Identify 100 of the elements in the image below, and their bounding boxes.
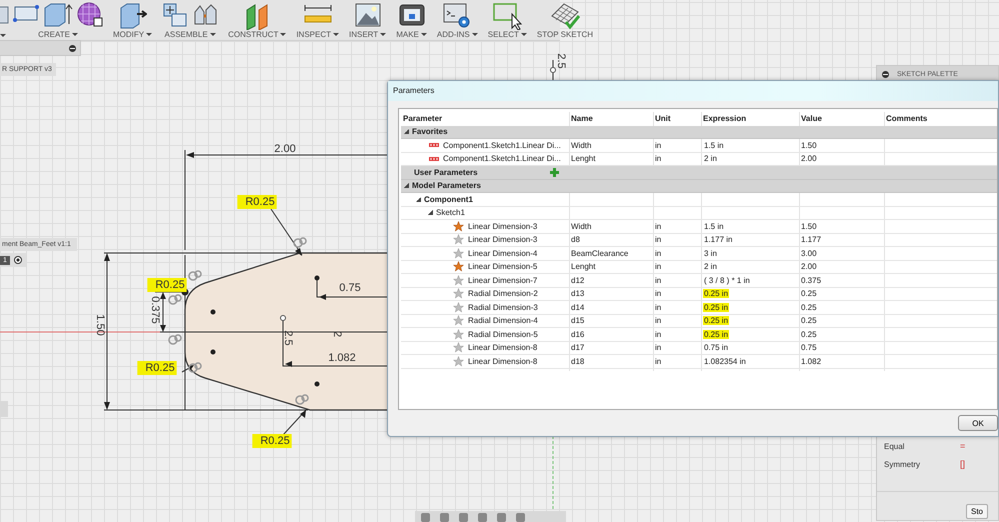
expression-value[interactable]: 0.25 in — [703, 330, 730, 339]
expression-value[interactable]: 3 in — [703, 248, 718, 258]
expression-value[interactable]: 1.082354 in — [703, 356, 747, 366]
column-header[interactable]: Parameter — [403, 114, 442, 124]
unit-text: in — [655, 316, 662, 326]
tree-label[interactable]: Sketch1 — [436, 208, 465, 218]
expression-value[interactable]: 0.25 in — [703, 302, 730, 312]
menu-button[interactable]: STOP SKETCH — [536, 30, 594, 39]
dimension-label[interactable]: 2.00 — [274, 143, 296, 155]
parameter-label: Component1.Sketch1.Linear Di... — [443, 154, 561, 164]
value-text: 0.25 — [801, 289, 817, 298]
expression-value[interactable]: 1.177 in — [703, 235, 734, 244]
menu-button[interactable]: CONSTRUCT — [228, 30, 286, 39]
star-icon[interactable] — [453, 288, 464, 300]
section-label[interactable]: User Parameters — [414, 168, 478, 177]
parameter-name[interactable]: d8 — [571, 235, 580, 244]
ok-button[interactable]: OK — [958, 415, 998, 431]
parameter-name[interactable]: Width — [571, 222, 592, 231]
menu-button[interactable]: ADD-INS — [436, 30, 478, 39]
expand-icon[interactable] — [416, 196, 421, 202]
tangent-constraint-icon — [188, 270, 202, 281]
parameter-label: Radial Dimension-2 — [468, 289, 538, 298]
menu-button[interactable]: INSERT — [349, 30, 386, 39]
star-icon[interactable] — [453, 234, 464, 246]
menu-button[interactable]: MAKE — [396, 30, 427, 39]
radio-icon[interactable] — [14, 256, 22, 264]
column-header[interactable]: Value — [801, 114, 822, 124]
dimension-label[interactable]: R0.25 — [252, 434, 292, 448]
dimension-label[interactable]: 1.082 — [328, 352, 356, 364]
parameter-name[interactable]: d17 — [571, 343, 584, 352]
parameter-label: Linear Dimension-8 — [468, 356, 538, 366]
column-header[interactable]: Name — [571, 114, 593, 124]
column-header[interactable]: Unit — [655, 114, 671, 124]
menu-button[interactable] — [0, 34, 6, 37]
column-header[interactable]: Expression — [703, 114, 746, 124]
window-gear-icon[interactable] — [442, 2, 472, 30]
dimension-label[interactable]: 2.5 — [555, 53, 567, 69]
parameter-name[interactable]: d15 — [571, 316, 584, 326]
parameter-name[interactable]: d12 — [571, 276, 584, 285]
expand-icon[interactable] — [404, 129, 409, 134]
star-icon[interactable] — [453, 274, 464, 286]
dimension-label[interactable]: 0.375 — [149, 296, 161, 324]
parameter-name[interactable]: d14 — [571, 302, 584, 312]
box-arrow-icon[interactable] — [118, 2, 147, 30]
expression-value[interactable]: 2 in — [703, 154, 718, 164]
expression-value[interactable]: 0.25 in — [703, 289, 730, 298]
parameter-name[interactable]: BeamClearance — [571, 248, 628, 258]
value-text: 0.75 — [801, 343, 817, 352]
constraint-button[interactable]: [] — [960, 459, 966, 469]
collapse-icon[interactable] — [69, 44, 76, 52]
star-icon[interactable] — [453, 248, 464, 259]
collapse-icon[interactable] — [882, 70, 889, 78]
star-icon[interactable] — [453, 328, 464, 340]
unit-text: in — [655, 262, 662, 272]
dimension-label[interactable]: 0.75 — [339, 282, 361, 294]
dimension-label[interactable]: R0.25 — [147, 278, 187, 292]
constraint-button[interactable]: = — [960, 441, 966, 451]
section-label[interactable]: Model Parameters — [412, 181, 481, 190]
sketch-point — [210, 310, 216, 314]
menu-button[interactable]: ASSEMBLE — [164, 30, 216, 39]
parameter-name[interactable]: Lenght — [571, 262, 596, 272]
expression-value[interactable]: ( 3 / 8 ) * 1 in — [703, 276, 751, 285]
menu-button[interactable]: CREATE — [38, 30, 78, 39]
value-text: 3.00 — [801, 248, 817, 258]
expression-value[interactable]: 0.25 in — [703, 316, 730, 326]
menu-button[interactable]: SELECT — [488, 30, 527, 39]
expression-value[interactable]: 1.5 in — [703, 222, 725, 231]
star-icon[interactable] — [453, 261, 464, 272]
menu-button[interactable]: MODIFY — [113, 30, 152, 39]
menu-button[interactable]: INSPECT — [296, 30, 339, 39]
add-icon[interactable] — [550, 168, 559, 177]
sketch-point — [210, 350, 216, 354]
selection-rectangle-icon[interactable] — [492, 2, 522, 30]
parameter-name[interactable]: d18 — [571, 356, 584, 366]
stop-button[interactable]: Sto — [966, 504, 988, 519]
expand-icon[interactable] — [428, 210, 433, 216]
expression-value[interactable]: 0.75 in — [703, 343, 730, 352]
parameter-name[interactable]: d16 — [571, 330, 584, 339]
star-icon[interactable] — [453, 220, 464, 232]
dimension-label[interactable]: 1.50 — [94, 314, 106, 336]
dimension-label[interactable]: R0.25 — [137, 361, 177, 375]
tree-label[interactable]: Component1 — [424, 194, 473, 204]
parameter-name[interactable]: Lenght — [571, 154, 596, 164]
parameter-label: Radial Dimension-3 — [468, 302, 538, 312]
sketch-point — [314, 382, 320, 386]
dialog-title: Parameters — [388, 81, 998, 101]
star-icon[interactable] — [453, 342, 464, 354]
expression-value[interactable]: 2 in — [703, 262, 718, 272]
parameter-name[interactable]: Width — [571, 140, 592, 150]
grid-check-icon[interactable] — [550, 2, 580, 30]
column-header[interactable]: Comments — [886, 114, 928, 124]
unit-text: in — [655, 343, 662, 352]
star-icon[interactable] — [453, 315, 464, 326]
expression-value[interactable]: 1.5 in — [703, 140, 725, 150]
section-label[interactable]: Favorites — [412, 127, 448, 136]
parameter-name[interactable]: d13 — [571, 289, 584, 298]
expand-icon[interactable] — [404, 183, 409, 188]
dimension-label[interactable]: R0.25 — [237, 195, 277, 209]
star-icon[interactable] — [453, 302, 464, 313]
star-icon[interactable] — [453, 356, 464, 367]
